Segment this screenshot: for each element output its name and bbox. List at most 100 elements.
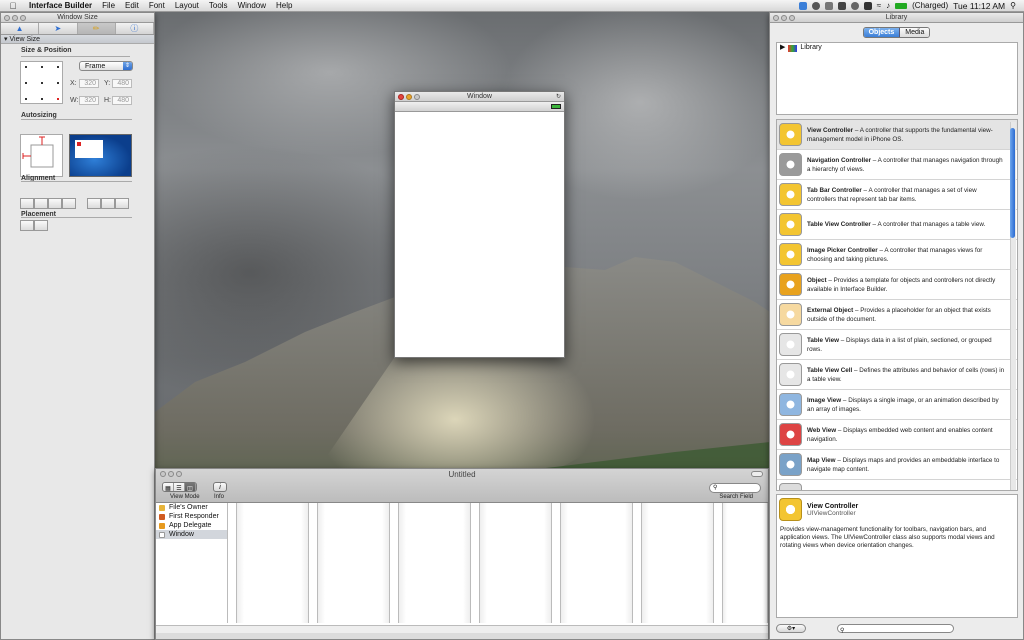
- scroll-thumb[interactable]: [1010, 128, 1015, 238]
- divider: [21, 56, 130, 57]
- list-item[interactable]: First Responder: [156, 512, 227, 521]
- close-dot-icon[interactable]: [773, 15, 779, 21]
- disclosure-triangle-icon[interactable]: ▶: [780, 43, 785, 53]
- x-field[interactable]: 320: [79, 79, 99, 88]
- volume-icon[interactable]: ♪: [886, 1, 890, 10]
- menu-window[interactable]: Window: [233, 0, 271, 12]
- tab-media[interactable]: Media: [900, 27, 930, 37]
- list-item[interactable]: App Delegate: [156, 521, 227, 530]
- zoom-button-icon[interactable]: [414, 94, 420, 100]
- tree-row-library[interactable]: ▶ Library: [777, 43, 1017, 53]
- y-field[interactable]: 480: [112, 79, 132, 88]
- icon-view-button[interactable]: ▦: [163, 483, 174, 491]
- menu-font[interactable]: Font: [144, 0, 170, 12]
- window-editor[interactable]: Window ↻: [394, 91, 565, 358]
- menubar-clock[interactable]: Tue 11:12 AM: [953, 1, 1005, 11]
- library-item[interactable]: Map View – Displays maps and provides an…: [777, 450, 1017, 480]
- library-item[interactable]: Table View Controller – A controller tha…: [777, 210, 1017, 240]
- minimize-button-icon[interactable]: [406, 94, 412, 100]
- horizontal-scrollbar[interactable]: [156, 625, 768, 633]
- align-baseline-button[interactable]: [62, 198, 76, 209]
- menu-edit[interactable]: Edit: [120, 0, 144, 12]
- library-item[interactable]: Object – Provides a template for objects…: [777, 270, 1017, 300]
- minimize-dot-icon[interactable]: [12, 15, 18, 21]
- frame-select[interactable]: Frame ⇕: [79, 61, 133, 71]
- minimize-dot-icon[interactable]: [781, 15, 787, 21]
- document-title: Untitled: [448, 470, 476, 479]
- autosizing-control[interactable]: [20, 134, 63, 177]
- view-size-header[interactable]: ▾ View Size: [1, 35, 154, 44]
- dropbox-icon[interactable]: [798, 1, 807, 10]
- library-search-input[interactable]: ⚲: [837, 624, 954, 634]
- close-dot-icon[interactable]: [4, 15, 10, 21]
- tray-icon[interactable]: [824, 1, 833, 10]
- library-item[interactable]: Web View – Displays embedded web content…: [777, 420, 1017, 450]
- vertical-scrollbar[interactable]: [1010, 122, 1016, 490]
- gear-menu-button[interactable]: ⚙▾: [776, 624, 806, 633]
- library-item[interactable]: Image Picker Controller – A controller t…: [777, 240, 1017, 270]
- h-field[interactable]: 480: [112, 96, 132, 105]
- origin-picker[interactable]: [20, 61, 63, 104]
- library-bottom-bar: ⚙▾ ⚲: [776, 623, 1018, 635]
- app-delegate-icon: [159, 522, 165, 529]
- spotlight-icon[interactable]: ⚲: [1010, 1, 1016, 10]
- center-horizontally-button[interactable]: [20, 220, 34, 231]
- display-icon[interactable]: [837, 1, 846, 10]
- library-item-name: Table View: [807, 336, 839, 344]
- app-menu[interactable]: Interface Builder: [24, 0, 97, 12]
- library-item-icon: [779, 423, 802, 446]
- window-titlebar[interactable]: Window ↻: [395, 92, 564, 102]
- list-item[interactable]: File's Owner: [156, 503, 227, 512]
- menu-layout[interactable]: Layout: [170, 0, 204, 12]
- inspector-tabs: ▲ ➤ ✏ ⓘ: [1, 23, 154, 35]
- library-item[interactable]: Table View – Displays data in a list of …: [777, 330, 1017, 360]
- search-field[interactable]: ⚲: [709, 483, 761, 493]
- zoom-dot-icon[interactable]: [789, 15, 795, 21]
- library-item-name: External Object: [807, 306, 854, 314]
- bluetooth-icon[interactable]: [863, 1, 872, 10]
- window-title: Window: [467, 93, 492, 100]
- library-item[interactable]: Image View – Displays a single image, or…: [777, 390, 1017, 420]
- detail-class: UIViewController: [807, 509, 856, 517]
- tab-objects[interactable]: Objects: [863, 27, 901, 37]
- zoom-dot-icon[interactable]: [20, 15, 26, 21]
- menu-help[interactable]: Help: [271, 0, 297, 12]
- apple-menu-icon[interactable]: : [6, 1, 20, 11]
- align-bottom-button[interactable]: [115, 198, 129, 209]
- w-field[interactable]: 320: [79, 96, 99, 105]
- library-item[interactable]: Navigation Controller – A controller tha…: [777, 150, 1017, 180]
- library-item[interactable]: External Object – Provides a placeholder…: [777, 300, 1017, 330]
- list-item-label: App Delegate: [169, 522, 212, 529]
- library-item[interactable]: View Controller – A controller that supp…: [777, 120, 1017, 150]
- tab-attributes[interactable]: ▲: [1, 23, 40, 34]
- time-machine-icon[interactable]: [850, 1, 859, 10]
- library-item[interactable]: Text View – Displays multiple lines of e…: [777, 480, 1017, 490]
- library-item-name: Image View: [807, 396, 842, 404]
- tab-identity[interactable]: ⓘ: [116, 23, 154, 34]
- toolbar-toggle-button[interactable]: [751, 471, 763, 477]
- battery-status[interactable]: (Charged): [912, 1, 948, 10]
- align-right-button[interactable]: [48, 198, 62, 209]
- rotate-icon[interactable]: ↻: [556, 92, 561, 102]
- list-view-button[interactable]: ☰: [174, 483, 185, 491]
- align-center-v-button[interactable]: [101, 198, 115, 209]
- close-button-icon[interactable]: [398, 94, 404, 100]
- menu-file[interactable]: File: [97, 0, 120, 12]
- list-item[interactable]: Window: [156, 530, 227, 539]
- library-item-name: Map View: [807, 456, 836, 464]
- align-left-button[interactable]: [20, 198, 34, 209]
- align-top-button[interactable]: [87, 198, 101, 209]
- center-vertically-button[interactable]: [34, 220, 48, 231]
- info-button[interactable]: i: [213, 482, 227, 492]
- battery-icon[interactable]: [895, 2, 908, 9]
- align-center-h-button[interactable]: [34, 198, 48, 209]
- library-item[interactable]: Tab Bar Controller – A controller that m…: [777, 180, 1017, 210]
- sync-icon[interactable]: [811, 1, 820, 10]
- document-object-list: File's Owner First Responder App Delegat…: [156, 503, 228, 623]
- tab-size[interactable]: ✏: [77, 23, 116, 34]
- menu-tools[interactable]: Tools: [204, 0, 233, 12]
- library-item[interactable]: Table View Cell – Defines the attributes…: [777, 360, 1017, 390]
- tab-connections[interactable]: ➤: [39, 23, 78, 34]
- wifi-icon[interactable]: ≈: [877, 1, 881, 10]
- column-view-button[interactable]: ◫: [185, 483, 196, 491]
